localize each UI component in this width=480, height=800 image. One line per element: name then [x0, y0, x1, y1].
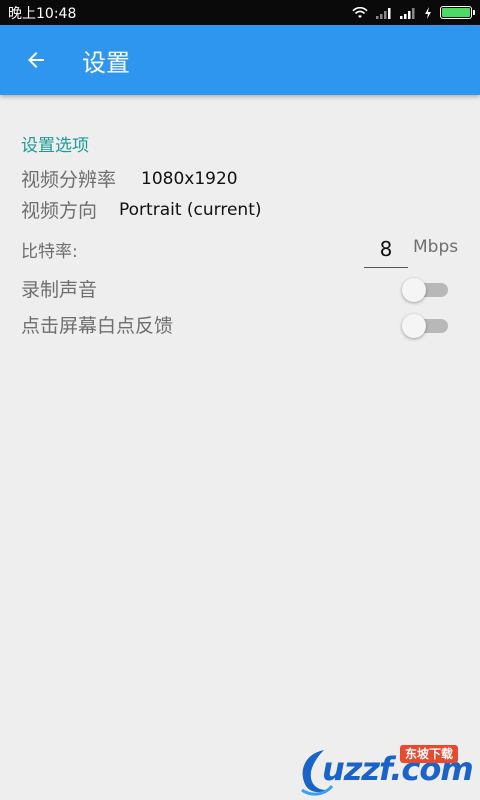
- status-icons: [352, 6, 475, 19]
- charging-icon: [425, 6, 431, 19]
- page-title: 设置: [82, 48, 130, 77]
- signal-icon: [400, 7, 415, 19]
- back-button[interactable]: [0, 25, 72, 95]
- touch-feedback-toggle[interactable]: [402, 314, 448, 338]
- app-bar: 设置: [0, 25, 480, 95]
- resolution-value[interactable]: 1080x1920: [141, 169, 238, 189]
- toggle-thumb: [402, 278, 426, 302]
- bitrate-label: 比特率:: [21, 242, 78, 262]
- battery-fill: [442, 8, 470, 17]
- arrow-left-icon: [28, 52, 44, 68]
- orientation-value[interactable]: Portrait (current): [119, 200, 262, 220]
- status-time: 晚上10:48: [8, 5, 77, 22]
- signal-icon: [376, 7, 391, 19]
- bitrate-unit: Mbps: [413, 237, 459, 257]
- watermark-badge: 东坡下载: [400, 745, 459, 763]
- watermark-logo: uzzf.com 东坡下载: [296, 738, 480, 800]
- toggle-thumb: [402, 314, 426, 338]
- section-header: 设置选项: [21, 136, 89, 156]
- status-bar: 晚上10:48: [0, 0, 480, 25]
- battery-icon: [440, 6, 475, 19]
- resolution-label: 视频分辨率: [21, 169, 117, 191]
- record-audio-toggle[interactable]: [402, 278, 448, 302]
- wifi-icon: [352, 6, 368, 18]
- bitrate-input[interactable]: [364, 230, 408, 268]
- orientation-label: 视频方向: [21, 200, 98, 222]
- touch-feedback-label: 点击屏幕白点反馈: [21, 315, 174, 337]
- record-audio-label: 录制声音: [21, 279, 98, 301]
